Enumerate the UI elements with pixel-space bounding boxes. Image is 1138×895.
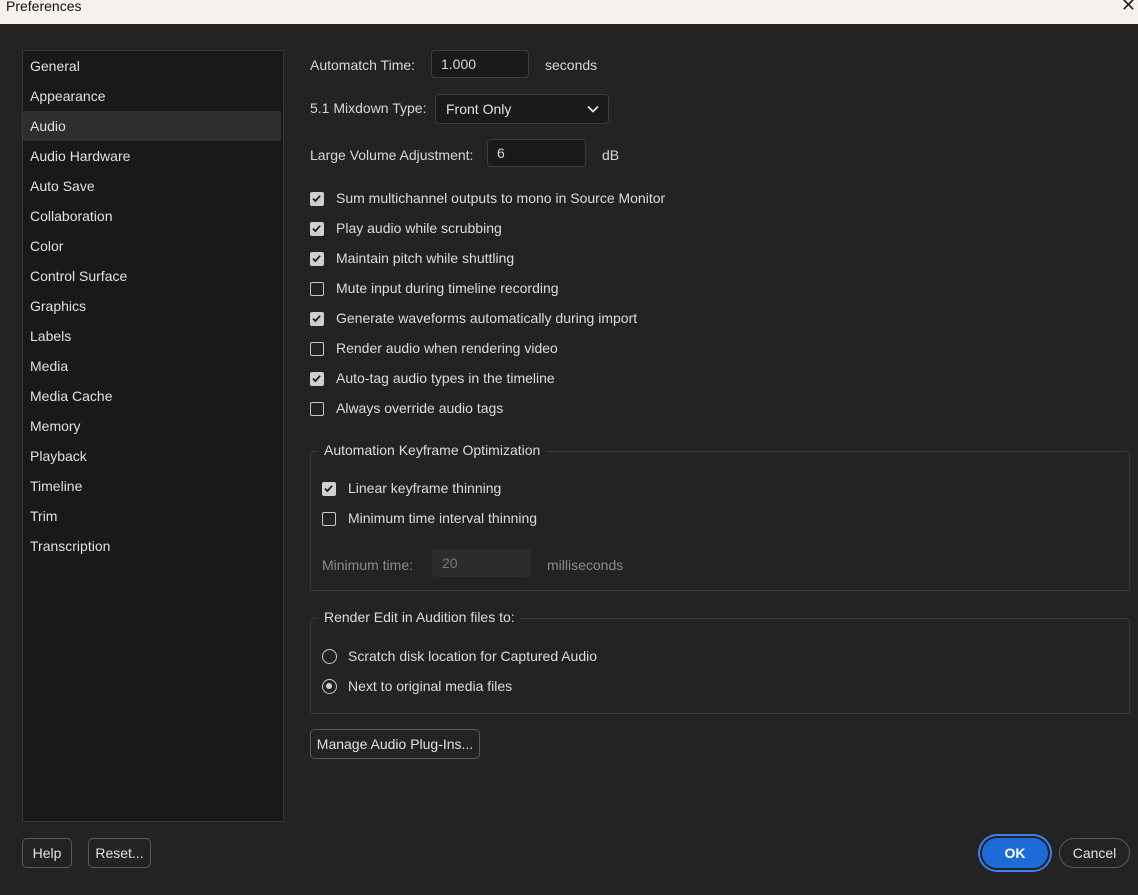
- sidebar-item-color[interactable]: Color: [23, 231, 281, 261]
- close-icon[interactable]: ✕: [1121, 0, 1136, 14]
- min-time-unit: milliseconds: [547, 557, 624, 573]
- checkbox-label: Always override audio tags: [336, 400, 504, 416]
- checkbox-min-time-interval[interactable]: [322, 512, 336, 526]
- sidebar-item-transcription[interactable]: Transcription: [23, 531, 281, 561]
- checkmark-icon: [312, 375, 321, 383]
- radio-label: Scratch disk location for Captured Audio: [348, 648, 598, 664]
- checkbox-sum-multichannel[interactable]: [310, 192, 324, 206]
- sidebar: General Appearance Audio Audio Hardware …: [22, 50, 284, 822]
- radio-next-to-media[interactable]: [322, 679, 337, 694]
- render-group-title: Render Edit in Audition files to:: [318, 609, 521, 625]
- mixdown-label: 5.1 Mixdown Type:: [310, 100, 427, 116]
- sidebar-item-playback[interactable]: Playback: [23, 441, 281, 471]
- radio-scratch-disk[interactable]: [322, 649, 337, 664]
- sidebar-item-media-cache[interactable]: Media Cache: [23, 381, 281, 411]
- sidebar-item-appearance[interactable]: Appearance: [23, 81, 281, 111]
- checkmark-icon: [312, 255, 321, 263]
- chevron-down-icon: [587, 105, 599, 113]
- automatch-time-input[interactable]: [431, 50, 529, 78]
- large-volume-input[interactable]: [487, 139, 586, 167]
- checkbox-linear-keyframe-thinning[interactable]: [322, 482, 336, 496]
- checkmark-icon: [312, 195, 321, 203]
- checkbox-label: Maintain pitch while shuttling: [336, 250, 515, 266]
- sidebar-item-control-surface[interactable]: Control Surface: [23, 261, 281, 291]
- checkbox-label: Generate waveforms automatically during …: [336, 310, 638, 326]
- min-time-label: Minimum time:: [322, 557, 414, 573]
- radio-label: Next to original media files: [348, 678, 513, 694]
- render-edit-group: [310, 618, 1130, 714]
- radio-selected-dot: [326, 683, 332, 689]
- preferences-dialog: General Appearance Audio Audio Hardware …: [0, 24, 1138, 895]
- manage-audio-plugins-button[interactable]: Manage Audio Plug-Ins...: [310, 729, 480, 759]
- cancel-button[interactable]: Cancel: [1059, 838, 1130, 868]
- help-button[interactable]: Help: [22, 838, 72, 868]
- large-volume-unit: dB: [602, 147, 620, 163]
- checkbox-mute-input[interactable]: [310, 282, 324, 296]
- sidebar-item-collaboration[interactable]: Collaboration: [23, 201, 281, 231]
- checkbox-maintain-pitch[interactable]: [310, 252, 324, 266]
- checkmark-icon: [312, 315, 321, 323]
- sidebar-item-audio-hardware[interactable]: Audio Hardware: [23, 141, 281, 171]
- window-title: Preferences: [6, 0, 82, 14]
- sidebar-item-media[interactable]: Media: [23, 351, 281, 381]
- mixdown-type-dropdown[interactable]: Front Only: [435, 94, 609, 124]
- sidebar-item-graphics[interactable]: Graphics: [23, 291, 281, 321]
- checkbox-label: Minimum time interval thinning: [348, 510, 538, 526]
- checkbox-label: Play audio while scrubbing: [336, 220, 502, 236]
- min-time-input[interactable]: [432, 549, 531, 577]
- title-bar: Preferences ✕: [0, 0, 1138, 24]
- sidebar-item-trim[interactable]: Trim: [23, 501, 281, 531]
- checkbox-label: Mute input during timeline recording: [336, 280, 559, 296]
- keyframe-group-title: Automation Keyframe Optimization: [318, 442, 547, 458]
- sidebar-item-memory[interactable]: Memory: [23, 411, 281, 441]
- checkbox-play-audio-scrubbing[interactable]: [310, 222, 324, 236]
- checkbox-override-tags[interactable]: [310, 402, 324, 416]
- checkbox-render-audio[interactable]: [310, 342, 324, 356]
- sidebar-item-audio[interactable]: Audio: [23, 111, 281, 141]
- checkbox-label: Render audio when rendering video: [336, 340, 558, 356]
- checkmark-icon: [324, 485, 333, 493]
- checkbox-auto-tag[interactable]: [310, 372, 324, 386]
- checkbox-label: Linear keyframe thinning: [348, 480, 502, 496]
- checkbox-label: Auto-tag audio types in the timeline: [336, 370, 555, 386]
- reset-button[interactable]: Reset...: [88, 838, 151, 868]
- sidebar-item-general[interactable]: General: [23, 51, 281, 81]
- ok-button[interactable]: OK: [982, 838, 1048, 868]
- checkmark-icon: [312, 225, 321, 233]
- sidebar-item-timeline[interactable]: Timeline: [23, 471, 281, 501]
- mixdown-selected-value: Front Only: [446, 101, 512, 117]
- checkbox-generate-waveforms[interactable]: [310, 312, 324, 326]
- automatch-label: Automatch Time:: [310, 57, 416, 73]
- large-volume-label: Large Volume Adjustment:: [310, 147, 474, 163]
- automatch-unit: seconds: [545, 57, 598, 73]
- sidebar-item-auto-save[interactable]: Auto Save: [23, 171, 281, 201]
- checkbox-label: Sum multichannel outputs to mono in Sour…: [336, 190, 666, 206]
- sidebar-item-labels[interactable]: Labels: [23, 321, 281, 351]
